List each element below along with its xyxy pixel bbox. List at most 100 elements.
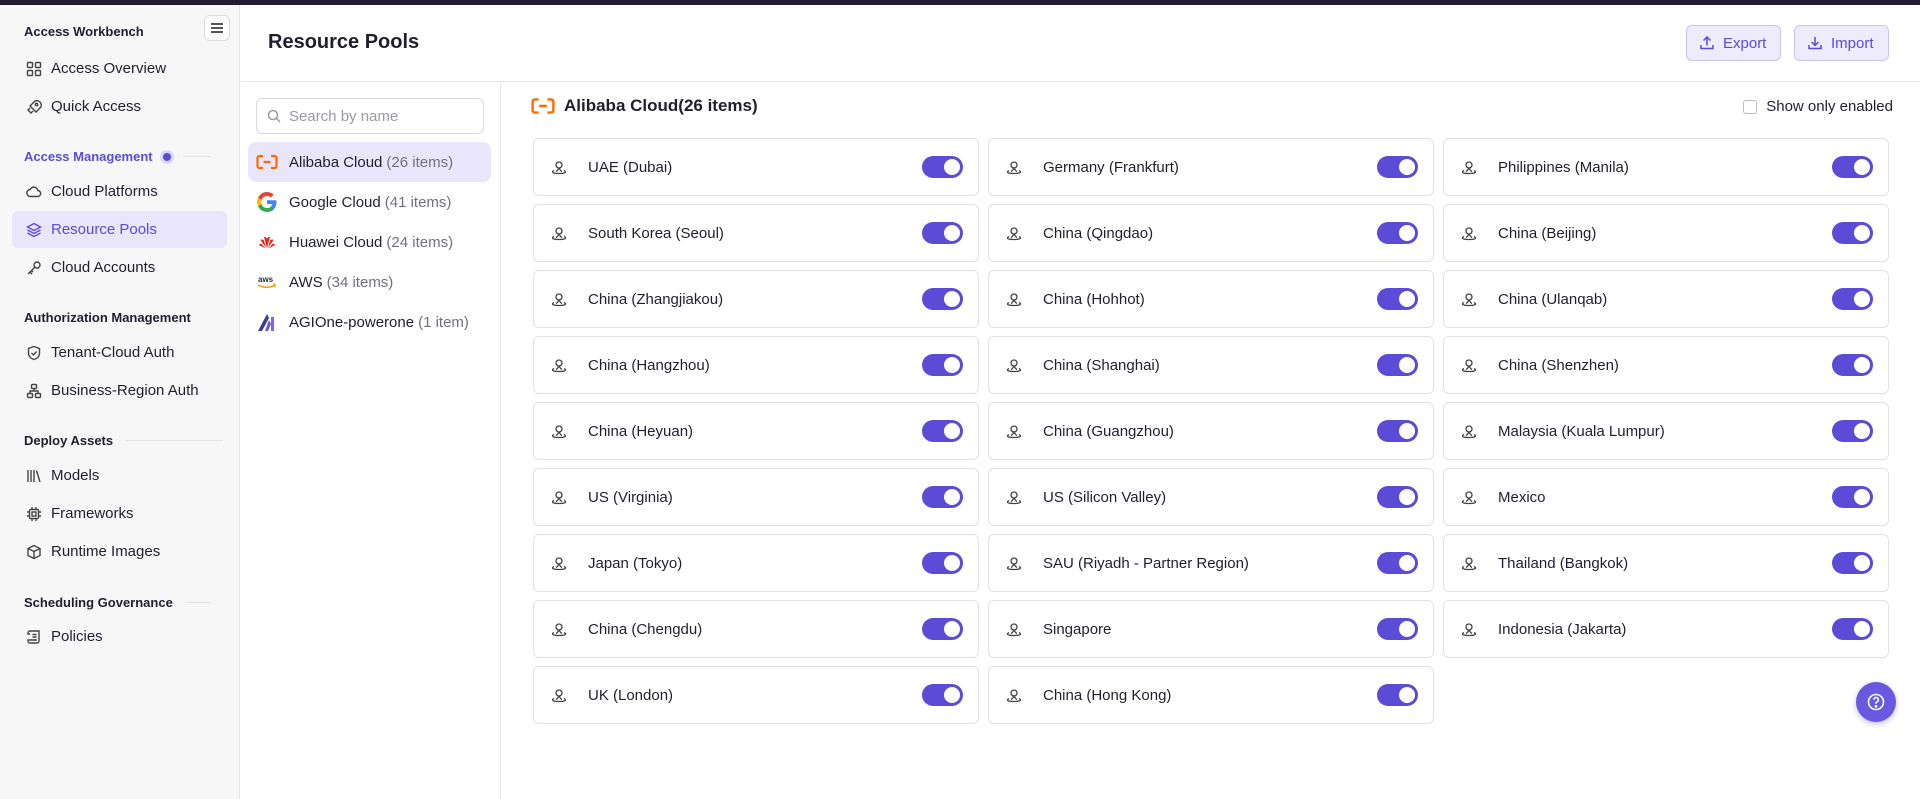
region-name: South Korea (Seoul) [588, 224, 724, 242]
region-enabled-toggle[interactable] [1377, 420, 1418, 442]
region-enabled-toggle[interactable] [922, 552, 963, 574]
region-enabled-toggle[interactable] [922, 288, 963, 310]
region-name: Indonesia (Jakarta) [1498, 620, 1627, 638]
region-enabled-toggle[interactable] [1377, 486, 1418, 508]
region-name: Malaysia (Kuala Lumpur) [1498, 422, 1665, 440]
provider-item-agione-powerone[interactable]: AGIOne-powerone (1 item) [248, 302, 491, 342]
checkbox-box[interactable] [1743, 99, 1758, 114]
region-enabled-toggle[interactable] [1832, 486, 1873, 508]
region-icon [1461, 357, 1477, 373]
provider-item-huawei-cloud[interactable]: Huawei Cloud (24 items) [248, 222, 491, 262]
shield-icon [25, 344, 42, 361]
menu-icon [211, 27, 223, 29]
sidebar-item-business-region-auth[interactable]: Business-Region Auth [12, 372, 227, 409]
region-enabled-toggle[interactable] [1832, 618, 1873, 640]
region-enabled-toggle[interactable] [922, 222, 963, 244]
region-name: China (Guangzhou) [1043, 422, 1174, 440]
google-cloud-logo [256, 191, 278, 213]
region-enabled-toggle[interactable] [922, 156, 963, 178]
active-group-dot [162, 152, 171, 161]
region-enabled-toggle[interactable] [1832, 222, 1873, 244]
sidebar: Access Workbench Access Overview Quick A… [0, 5, 240, 799]
hierarchy-icon [25, 382, 42, 399]
region-icon [551, 555, 567, 571]
region-enabled-toggle[interactable] [1377, 354, 1418, 376]
region-card: China (Heyuan) [533, 402, 979, 460]
region-card: Japan (Tokyo) [533, 534, 979, 592]
aws-logo: aws [256, 271, 278, 293]
region-enabled-toggle[interactable] [1832, 288, 1873, 310]
region-enabled-toggle[interactable] [922, 684, 963, 706]
sidebar-item-label: Resource Pools [51, 221, 157, 238]
sidebar-item-label: Quick Access [51, 98, 142, 115]
region-card: China (Guangzhou) [988, 402, 1434, 460]
sidebar-item-frameworks[interactable]: Frameworks [12, 495, 227, 532]
sidebar-item-runtime-images[interactable]: Runtime Images [12, 533, 227, 570]
show-only-enabled-checkbox[interactable]: Show only enabled [1743, 98, 1893, 115]
sidebar-item-policies[interactable]: Policies [12, 618, 227, 655]
sidebar-item-tenant-cloud-auth[interactable]: Tenant-Cloud Auth [12, 334, 227, 371]
region-card: Indonesia (Jakarta) [1443, 600, 1889, 658]
region-name: US (Silicon Valley) [1043, 488, 1167, 506]
sidebar-item-models[interactable]: Models [12, 457, 227, 494]
region-panel-title-text: Alibaba Cloud(26 items) [564, 96, 758, 115]
provider-search[interactable] [256, 98, 484, 134]
import-button-label: Import [1831, 34, 1874, 52]
region-icon [1006, 489, 1022, 505]
sidebar-collapse-button[interactable] [204, 15, 230, 41]
import-button[interactable]: Import [1794, 25, 1889, 61]
region-icon [1006, 555, 1022, 571]
sidebar-item-quick-access[interactable]: Quick Access [12, 88, 227, 125]
region-enabled-toggle[interactable] [922, 420, 963, 442]
sidebar-title: Access Workbench [24, 24, 144, 39]
region-name: China (Chengdu) [588, 620, 703, 638]
region-card: Singapore [988, 600, 1434, 658]
sidebar-item-label: Business-Region Auth [51, 382, 199, 399]
region-enabled-toggle[interactable] [1377, 156, 1418, 178]
sidebar-item-resource-pools[interactable]: Resource Pools [12, 211, 227, 248]
region-enabled-toggle[interactable] [1832, 420, 1873, 442]
provider-item-aws[interactable]: aws AWS (34 items) [248, 262, 491, 302]
region-enabled-toggle[interactable] [1832, 552, 1873, 574]
region-enabled-toggle[interactable] [922, 618, 963, 640]
region-card: South Korea (Seoul) [533, 204, 979, 262]
sidebar-item-cloud-platforms[interactable]: Cloud Platforms [12, 173, 227, 210]
region-icon [551, 687, 567, 703]
provider-name: Huawei Cloud [289, 233, 383, 251]
region-enabled-toggle[interactable] [922, 354, 963, 376]
region-name: China (Shanghai) [1043, 356, 1160, 374]
provider-item-alibaba-cloud[interactable]: Alibaba Cloud (26 items) [248, 142, 491, 182]
region-card: China (Beijing) [1443, 204, 1889, 262]
export-button-label: Export [1723, 34, 1767, 52]
region-enabled-toggle[interactable] [1832, 156, 1873, 178]
region-name: China (Zhangjiakou) [588, 290, 724, 308]
search-input[interactable] [289, 107, 469, 125]
provider-item-google-cloud[interactable]: Google Cloud (41 items) [248, 182, 491, 222]
region-card: China (Shanghai) [988, 336, 1434, 394]
export-button[interactable]: Export [1686, 25, 1782, 61]
sidebar-item-access-overview[interactable]: Access Overview [12, 50, 227, 87]
provider-name: Alibaba Cloud [289, 153, 383, 171]
region-icon [1461, 423, 1477, 439]
region-enabled-toggle[interactable] [1377, 618, 1418, 640]
region-enabled-toggle[interactable] [1377, 684, 1418, 706]
region-name: UK (London) [588, 686, 674, 704]
divider [184, 602, 211, 603]
region-icon [1461, 225, 1477, 241]
region-enabled-toggle[interactable] [1832, 354, 1873, 376]
upload-icon [1700, 35, 1714, 50]
region-card: US (Silicon Valley) [988, 468, 1434, 526]
cloud-icon [25, 183, 42, 200]
region-card: China (Shenzhen) [1443, 336, 1889, 394]
sidebar-item-cloud-accounts[interactable]: Cloud Accounts [12, 249, 227, 286]
library-icon [25, 467, 42, 484]
region-enabled-toggle[interactable] [1377, 552, 1418, 574]
region-enabled-toggle[interactable] [1377, 288, 1418, 310]
region-enabled-toggle[interactable] [1377, 222, 1418, 244]
help-button[interactable] [1856, 682, 1896, 722]
region-name: Mexico [1498, 488, 1546, 506]
region-icon [551, 159, 567, 175]
region-enabled-toggle[interactable] [922, 486, 963, 508]
region-icon [1461, 489, 1477, 505]
sidebar-group-label: Scheduling Governance [24, 595, 173, 610]
